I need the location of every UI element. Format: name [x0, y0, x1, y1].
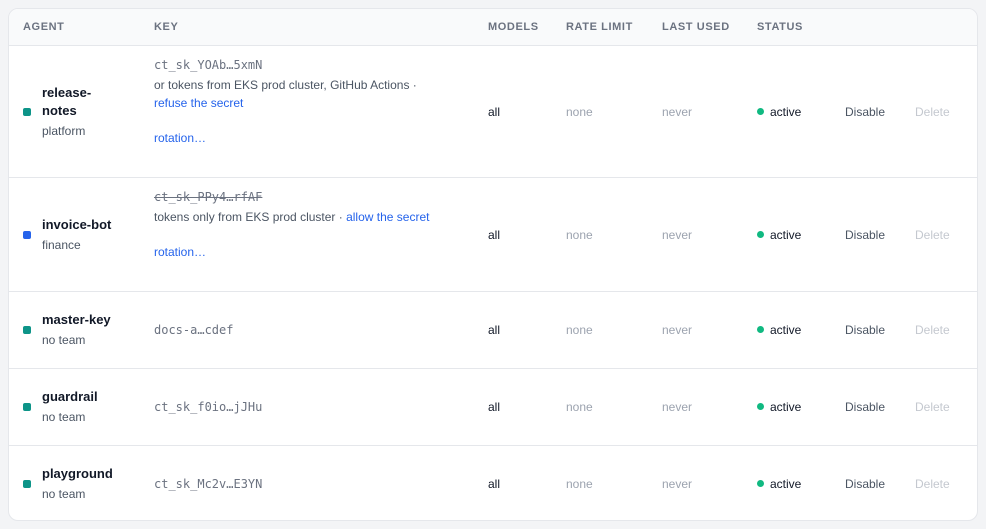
delete-button[interactable]: Delete: [915, 228, 950, 242]
key-value: ct_sk_f0io…jJHu: [154, 400, 263, 414]
disable-button[interactable]: Disable: [845, 228, 885, 242]
disable-button[interactable]: Disable: [845, 105, 885, 119]
key-cell: ct_sk_YOAb…5xmN or tokens from EKS prod …: [154, 57, 417, 145]
table-header: AGENT KEY MODELS RATE LIMIT LAST USED ST…: [9, 9, 977, 46]
last-used-value: never: [662, 400, 693, 414]
team-color-swatch: [23, 107, 31, 116]
rotation-link[interactable]: rotation…: [154, 131, 417, 145]
team-color-swatch: [23, 480, 31, 488]
key-cell: ct_sk_f0io…jJHu: [154, 399, 262, 415]
delete-button[interactable]: Delete: [915, 400, 950, 414]
agent-cell: invoice-bot finance: [23, 178, 138, 291]
agent-name: invoice-bot: [42, 216, 112, 232]
table-row: guardrail no team ct_sk_f0io…jJHu all no…: [9, 369, 977, 446]
last-used-value: never: [662, 227, 693, 242]
rotation-link[interactable]: rotation…: [154, 245, 429, 259]
agent-team: finance: [42, 237, 81, 252]
status-badge: active: [757, 477, 801, 491]
status-dot-icon: [757, 107, 764, 115]
delete-button[interactable]: Delete: [915, 323, 950, 337]
status-text: active: [770, 227, 802, 242]
status-badge: active: [757, 400, 801, 414]
key-note: tokens only from EKS prod cluster · allo…: [154, 208, 429, 226]
agent-team: no team: [42, 487, 86, 501]
rate-limit-value: none: [566, 227, 593, 242]
delete-button[interactable]: Delete: [915, 477, 950, 491]
key-cell: docs-a…cdef: [154, 322, 233, 338]
team-color-swatch: [23, 230, 31, 239]
table-row: invoice-bot finance ct_sk_PPy4…rfAF toke…: [9, 178, 977, 292]
agent-name: playground: [42, 466, 113, 481]
agent-team: no team: [42, 333, 86, 347]
table-row: release-notes platform ct_sk_YOAb…5xmN o…: [9, 46, 977, 178]
key-value: ct_sk_Mc2v…E3YN: [154, 477, 263, 491]
agent-cell: guardrail no team: [23, 369, 138, 445]
status-text: active: [770, 104, 802, 119]
header-models: MODELS: [488, 21, 539, 33]
refuse-secret-link[interactable]: refuse the secret: [154, 96, 243, 110]
team-color-swatch: [23, 403, 31, 411]
header-status: STATUS: [757, 21, 803, 33]
models-value: all: [488, 477, 501, 491]
table-row: playground no team ct_sk_Mc2v…E3YN all n…: [9, 446, 977, 520]
rate-limit-value: none: [566, 104, 593, 119]
last-used-value: never: [662, 323, 693, 337]
key-cell: ct_sk_PPy4…rfAF tokens only from EKS pro…: [154, 189, 429, 259]
agent-name: guardrail: [42, 389, 98, 404]
agent-cell: release-notes platform: [23, 46, 138, 177]
disable-button[interactable]: Disable: [845, 323, 885, 337]
key-value: ct_sk_YOAb…5xmN: [154, 58, 263, 72]
agent-cell: master-key no team: [23, 292, 138, 368]
agent-cell: playground no team: [23, 446, 138, 520]
status-text: active: [770, 400, 802, 414]
disable-button[interactable]: Disable: [845, 400, 885, 414]
key-value: ct_sk_PPy4…rfAF: [154, 190, 263, 204]
status-dot-icon: [757, 326, 764, 333]
rate-limit-value: none: [566, 323, 593, 337]
status-badge: active: [757, 228, 801, 242]
models-value: all: [488, 104, 501, 119]
models-value: all: [488, 400, 501, 414]
header-last-used: LAST USED: [662, 21, 730, 33]
rate-limit-value: none: [566, 400, 593, 414]
models-value: all: [488, 227, 501, 242]
table-row: master-key no team docs-a…cdef all none …: [9, 292, 977, 369]
agent-team: platform: [42, 123, 86, 138]
status-badge: active: [757, 323, 801, 337]
status-dot-icon: [757, 403, 764, 410]
header-agent: AGENT: [23, 21, 65, 33]
status-badge: active: [757, 105, 801, 119]
key-note: or tokens from EKS prod cluster, GitHub …: [154, 76, 417, 112]
header-rate-limit: RATE LIMIT: [566, 21, 633, 33]
rate-limit-value: none: [566, 477, 593, 491]
last-used-value: never: [662, 477, 693, 491]
agent-name: master-key: [42, 312, 111, 327]
key-value: docs-a…cdef: [154, 323, 234, 337]
delete-button[interactable]: Delete: [915, 105, 950, 119]
disable-button[interactable]: Disable: [845, 477, 885, 491]
status-text: active: [770, 323, 802, 337]
key-note-text: tokens only from EKS prod cluster ·: [154, 210, 343, 224]
header-key: KEY: [154, 21, 179, 33]
agent-name: release-notes: [42, 84, 92, 118]
api-keys-table: AGENT KEY MODELS RATE LIMIT LAST USED ST…: [8, 8, 978, 521]
team-color-swatch: [23, 326, 31, 334]
key-cell: ct_sk_Mc2v…E3YN: [154, 476, 262, 492]
key-note-text: or tokens from EKS prod cluster, GitHub …: [154, 78, 417, 92]
status-dot-icon: [757, 480, 764, 487]
agent-team: no team: [42, 410, 86, 424]
last-used-value: never: [662, 104, 693, 119]
status-text: active: [770, 477, 802, 491]
status-dot-icon: [757, 230, 764, 238]
allow-secret-link[interactable]: allow the secret: [346, 210, 429, 224]
models-value: all: [488, 323, 501, 337]
